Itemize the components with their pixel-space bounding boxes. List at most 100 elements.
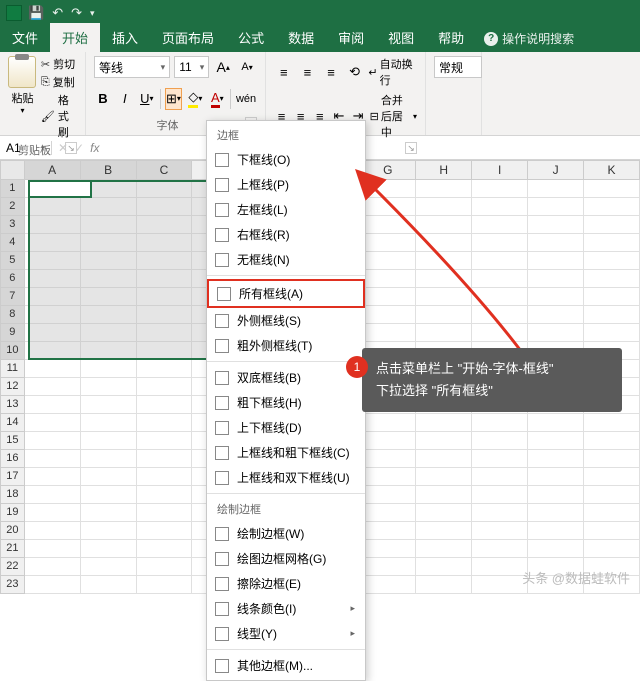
cell[interactable] [584, 252, 640, 270]
row-header[interactable]: 19 [0, 504, 25, 522]
cell[interactable] [81, 558, 137, 576]
cell[interactable] [416, 414, 472, 432]
cell[interactable] [416, 540, 472, 558]
cell[interactable] [416, 522, 472, 540]
cell[interactable] [528, 486, 584, 504]
cell[interactable] [360, 576, 416, 594]
redo-icon[interactable]: ↷ [71, 5, 82, 21]
cell[interactable] [584, 306, 640, 324]
row-header[interactable]: 16 [0, 450, 25, 468]
cell[interactable] [416, 558, 472, 576]
tab-home[interactable]: 开始 [50, 23, 100, 52]
cell[interactable] [528, 522, 584, 540]
cell[interactable] [25, 450, 81, 468]
cell[interactable] [528, 450, 584, 468]
font-name-combo[interactable]: 等线▾ [94, 56, 170, 78]
align-top-button[interactable]: ≡ [274, 61, 294, 83]
cell[interactable] [81, 432, 137, 450]
column-header[interactable]: B [81, 160, 137, 180]
cell[interactable] [584, 468, 640, 486]
border-option-outside[interactable]: 外侧框线(S) [207, 308, 365, 333]
border-option-none[interactable]: 无框线(N) [207, 247, 365, 272]
cell[interactable] [360, 540, 416, 558]
cell[interactable] [360, 432, 416, 450]
cell[interactable] [472, 468, 528, 486]
cell[interactable] [81, 486, 137, 504]
cell[interactable] [25, 432, 81, 450]
cell[interactable] [137, 396, 193, 414]
row-header[interactable]: 14 [0, 414, 25, 432]
cell[interactable] [25, 378, 81, 396]
cell[interactable] [472, 450, 528, 468]
cell[interactable] [25, 540, 81, 558]
cell[interactable] [360, 558, 416, 576]
border-option-draw[interactable]: 绘制边框(W) [207, 521, 365, 546]
cell[interactable] [584, 432, 640, 450]
cell[interactable] [81, 360, 137, 378]
cell[interactable] [472, 414, 528, 432]
tab-data[interactable]: 数据 [276, 23, 326, 52]
cell[interactable] [81, 378, 137, 396]
row-header[interactable]: 22 [0, 558, 25, 576]
cell[interactable] [137, 450, 193, 468]
cell[interactable] [360, 450, 416, 468]
cell[interactable] [416, 468, 472, 486]
cell[interactable] [81, 576, 137, 594]
cell[interactable] [137, 486, 193, 504]
cell[interactable] [25, 396, 81, 414]
cell[interactable] [25, 360, 81, 378]
cell[interactable] [472, 522, 528, 540]
cell[interactable] [360, 504, 416, 522]
cell[interactable] [360, 468, 416, 486]
align-middle-button[interactable]: ≡ [298, 61, 318, 83]
border-option-more[interactable]: 其他边框(M)... [207, 653, 365, 678]
cell[interactable] [416, 576, 472, 594]
cell[interactable] [528, 504, 584, 522]
cell[interactable] [137, 522, 193, 540]
row-header[interactable]: 21 [0, 540, 25, 558]
row-header[interactable]: 10 [0, 342, 25, 360]
save-icon[interactable]: 💾 [28, 5, 44, 21]
underline-button[interactable]: U▾ [138, 88, 156, 110]
cell[interactable] [360, 486, 416, 504]
border-option-bottom[interactable]: 下框线(O) [207, 147, 365, 172]
cell[interactable] [472, 540, 528, 558]
tab-help[interactable]: 帮助 [426, 23, 476, 52]
cell[interactable] [584, 234, 640, 252]
cell[interactable] [528, 414, 584, 432]
tab-formula[interactable]: 公式 [226, 23, 276, 52]
cell[interactable] [584, 450, 640, 468]
cell[interactable] [137, 576, 193, 594]
cell[interactable] [584, 486, 640, 504]
column-header[interactable]: K [584, 160, 640, 180]
merge-button[interactable]: ⊟合并后居中▾ [370, 92, 417, 140]
wrap-text-button[interactable]: ↵自动换行 [368, 56, 417, 88]
border-option-thick[interactable]: 粗外侧框线(T) [207, 333, 365, 358]
cell[interactable] [528, 540, 584, 558]
tab-file[interactable]: 文件 [0, 23, 50, 52]
dialog-launcher-icon[interactable]: ↘ [405, 142, 417, 154]
column-header[interactable]: C [137, 160, 193, 180]
border-option-thkbot[interactable]: 粗下框线(H) [207, 390, 365, 415]
italic-button[interactable]: I [116, 88, 134, 110]
cell[interactable] [528, 432, 584, 450]
font-size-combo[interactable]: 11▾ [174, 56, 209, 78]
cell[interactable] [584, 540, 640, 558]
row-header[interactable]: 23 [0, 576, 25, 594]
row-header[interactable]: 11 [0, 360, 25, 378]
cell[interactable] [137, 360, 193, 378]
cell[interactable] [81, 522, 137, 540]
row-header[interactable]: 18 [0, 486, 25, 504]
cell[interactable] [416, 486, 472, 504]
border-option-topdblbot[interactable]: 上框线和双下框线(U) [207, 465, 365, 490]
cell[interactable] [25, 576, 81, 594]
tab-layout[interactable]: 页面布局 [150, 23, 226, 52]
cell[interactable] [360, 414, 416, 432]
border-option-top[interactable]: 上框线(P) [207, 172, 365, 197]
row-header[interactable]: 7 [0, 288, 25, 306]
cell[interactable] [584, 522, 640, 540]
border-option-color[interactable]: 线条颜色(I)▸ [207, 596, 365, 621]
row-header[interactable]: 20 [0, 522, 25, 540]
border-option-dblbot[interactable]: 双底框线(B) [207, 365, 365, 390]
cell[interactable] [584, 198, 640, 216]
